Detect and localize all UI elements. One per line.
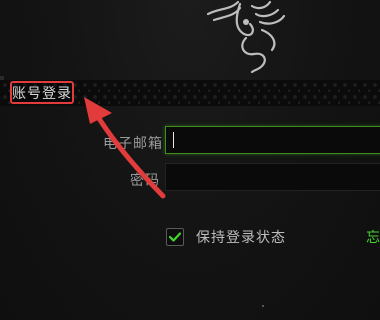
password-label: 密码 [130, 173, 160, 189]
tab-account-login[interactable]: 账号登录 [10, 81, 74, 104]
divider-dot [262, 305, 264, 307]
tab-account-login-label: 账号登录 [12, 85, 72, 102]
password-field[interactable] [165, 163, 380, 191]
text-caret [173, 132, 174, 148]
email-label: 电子邮箱 [103, 136, 163, 152]
forgot-password-link[interactable]: 忘 [366, 227, 380, 247]
remember-label: 保持登录状态 [196, 230, 286, 246]
login-screen: 账号登录 电子邮箱 密码 保持登录状态 忘 [0, 0, 380, 320]
razer-snake-logo-icon [206, 0, 286, 74]
email-field[interactable] [165, 126, 380, 154]
check-icon [169, 232, 181, 242]
remember-checkbox[interactable] [166, 228, 184, 246]
remember-login-toggle[interactable]: 保持登录状态 [166, 227, 286, 247]
red-arrow-icon [84, 97, 166, 199]
